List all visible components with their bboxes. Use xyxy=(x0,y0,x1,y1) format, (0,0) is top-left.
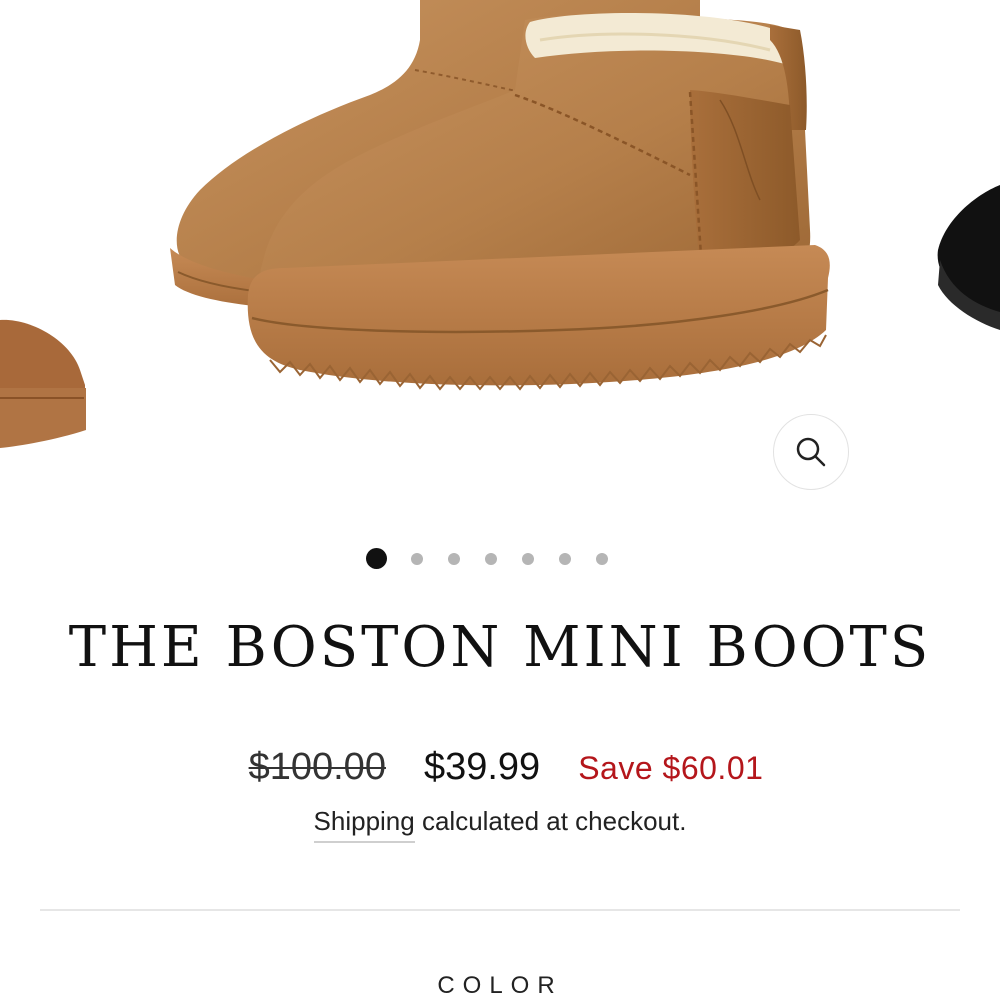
gallery-dot[interactable] xyxy=(366,548,387,569)
price-row: $100.00 $39.99 Save $60.01 xyxy=(0,746,1000,789)
product-title: THE BOSTON MINI BOOTS xyxy=(68,615,932,680)
zoom-button[interactable] xyxy=(773,414,849,490)
shipping-text: calculated at checkout. xyxy=(414,806,687,836)
product-image-gallery[interactable] xyxy=(0,0,1000,530)
side-boot-left xyxy=(0,319,86,448)
shipping-note: Shipping calculated at checkout. xyxy=(0,806,1000,843)
compare-at-price: $100.00 xyxy=(248,746,386,788)
gallery-dot[interactable] xyxy=(521,552,534,565)
savings-badge: Save $60.01 xyxy=(578,750,764,786)
divider xyxy=(40,909,960,911)
shipping-link[interactable]: Shipping xyxy=(313,806,415,843)
gallery-dot[interactable] xyxy=(558,552,571,565)
side-boot-right xyxy=(937,185,1000,330)
gallery-pagination xyxy=(0,548,1000,569)
gallery-dot[interactable] xyxy=(410,552,423,565)
boot-front xyxy=(247,12,830,391)
gallery-dot[interactable] xyxy=(447,552,460,565)
gallery-dot[interactable] xyxy=(484,552,497,565)
color-option-label: COLOR xyxy=(437,972,563,999)
product-image xyxy=(0,0,1000,448)
search-icon xyxy=(796,437,826,467)
sale-price: $39.99 xyxy=(423,746,541,788)
gallery-dot[interactable] xyxy=(595,552,608,565)
